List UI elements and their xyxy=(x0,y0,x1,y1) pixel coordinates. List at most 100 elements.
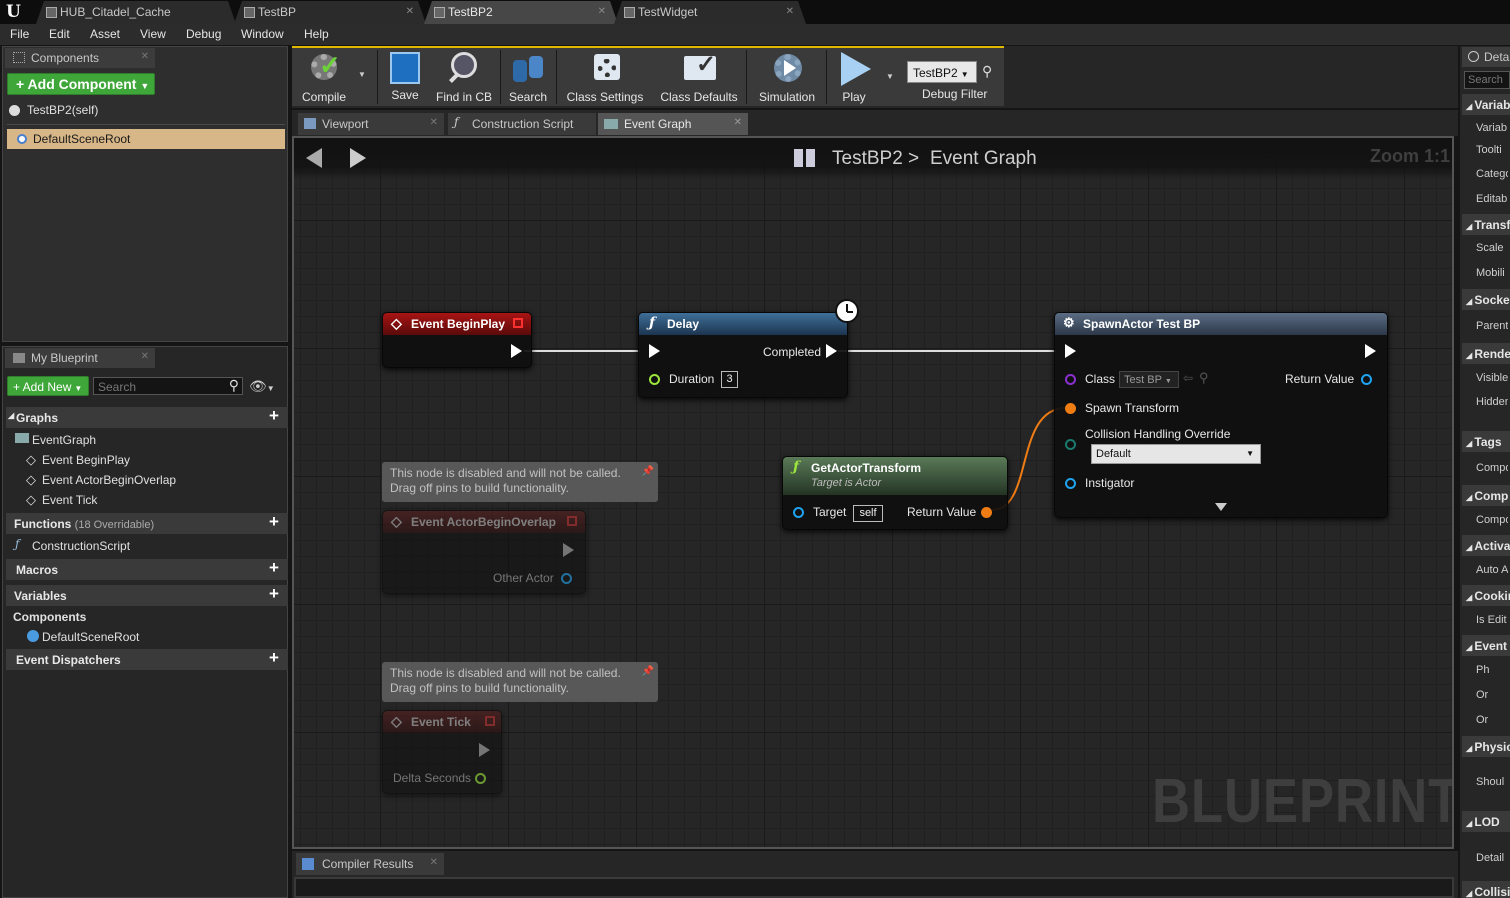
tab-compiler-results[interactable]: Compiler Results ✕ xyxy=(296,853,444,875)
return-value-pin[interactable] xyxy=(1361,374,1372,385)
exec-out-pin[interactable] xyxy=(511,344,522,358)
event-item-beginplay[interactable]: Event BeginPlay xyxy=(42,453,130,467)
tab-construction-script[interactable]: ƒ Construction Script xyxy=(448,113,596,135)
play-button[interactable]: Play xyxy=(830,48,878,106)
components-tab[interactable]: Components ✕ xyxy=(5,48,155,68)
exec-out-pin[interactable] xyxy=(563,543,574,557)
details-section-header[interactable]: ◢ Collisi xyxy=(1462,881,1510,898)
event-graph-item[interactable]: EventGraph xyxy=(32,433,96,447)
duration-pin[interactable] xyxy=(649,374,660,385)
add-new-button[interactable]: + Add New ▼ xyxy=(7,376,89,396)
details-section-header[interactable]: ◢ Socke xyxy=(1462,289,1510,310)
default-scene-root-item[interactable]: DefaultSceneRoot xyxy=(7,129,285,149)
debug-object-select[interactable]: TestBP2 ▼ xyxy=(907,61,977,83)
functions-section[interactable]: Functions (18 Overridable) + xyxy=(6,513,288,534)
instigator-pin[interactable] xyxy=(1065,478,1076,489)
search-icon[interactable]: ⚲ xyxy=(229,377,239,394)
find-in-cb-button[interactable]: Find in CB xyxy=(432,48,496,106)
debug-search-icon[interactable]: ⚲ xyxy=(982,63,992,80)
delegate-pin-icon[interactable] xyxy=(513,318,523,328)
search-icon[interactable]: ⚲ xyxy=(1199,370,1209,386)
event-dispatchers-section[interactable]: Event Dispatchers + xyxy=(6,649,288,670)
graphs-section[interactable]: ◢ Graphs + xyxy=(6,407,288,428)
target-self-box[interactable]: self xyxy=(853,505,883,522)
search-button[interactable]: Search xyxy=(504,48,552,106)
close-tab-icon[interactable]: ✕ xyxy=(406,6,414,17)
delegate-pin-icon[interactable] xyxy=(485,716,495,726)
details-section-header[interactable]: ◢ LOD xyxy=(1462,811,1510,832)
view-options-icon[interactable]: 👁▼ xyxy=(249,378,275,395)
compile-button[interactable]: ✓ Compile xyxy=(294,48,354,106)
exec-out-pin[interactable] xyxy=(479,743,490,757)
other-actor-pin[interactable] xyxy=(561,573,572,584)
add-dispatcher-button[interactable]: + xyxy=(266,649,282,667)
close-tab-icon[interactable]: ✕ xyxy=(430,117,438,128)
simulation-button[interactable]: Simulation xyxy=(752,48,822,106)
menu-file[interactable]: File xyxy=(10,27,29,41)
exec-in-pin[interactable] xyxy=(649,344,660,358)
target-pin[interactable] xyxy=(793,507,804,518)
add-function-button[interactable]: + xyxy=(266,513,282,531)
close-tab-icon[interactable]: ✕ xyxy=(734,117,742,128)
variable-default-scene-root[interactable]: DefaultSceneRoot xyxy=(42,630,139,644)
close-tab-icon[interactable]: ✕ xyxy=(430,857,438,868)
graph-canvas[interactable]: TestBP2 > Event Graph Zoom 1:1 BLUEPRINT… xyxy=(292,136,1454,849)
compile-options-chevron-icon[interactable]: ▼ xyxy=(358,70,366,79)
delta-seconds-pin[interactable] xyxy=(475,773,486,784)
class-select[interactable]: Test BP ▼ xyxy=(1119,371,1179,388)
menu-asset[interactable]: Asset xyxy=(90,27,120,41)
class-defaults-button[interactable]: ✓ Class Defaults xyxy=(656,48,742,106)
tab-testwidget[interactable]: TestWidget ✕ xyxy=(614,1,806,24)
close-tab-icon[interactable]: ✕ xyxy=(141,351,149,362)
collision-pin[interactable] xyxy=(1065,439,1076,450)
close-tab-icon[interactable]: ✕ xyxy=(598,6,606,17)
my-blueprint-tab[interactable]: My Blueprint ✕ xyxy=(5,348,155,368)
details-section-header[interactable]: ◢ Tags xyxy=(1462,431,1510,452)
add-macro-button[interactable]: + xyxy=(266,559,282,577)
node-event-beginplay[interactable]: ◇ Event BeginPlay xyxy=(382,312,532,368)
play-options-chevron-icon[interactable]: ▼ xyxy=(886,72,894,81)
delegate-pin-icon[interactable] xyxy=(567,516,577,526)
unreal-logo-icon[interactable]: U xyxy=(6,2,26,22)
add-graph-button[interactable]: + xyxy=(266,407,282,425)
tab-hub-citadel-cache[interactable]: HUB_Citadel_Cache xyxy=(36,1,236,24)
details-section-header[interactable]: ◢ Variab xyxy=(1462,94,1510,115)
exec-out-pin[interactable] xyxy=(1365,344,1376,358)
tab-testbp2[interactable]: TestBP2 ✕ xyxy=(424,1,618,24)
browse-arrow-icon[interactable]: ⇦ xyxy=(1183,371,1193,385)
menu-window[interactable]: Window xyxy=(241,27,284,41)
class-pin[interactable] xyxy=(1065,374,1076,385)
details-section-header[interactable]: ◢ Comp xyxy=(1462,485,1510,506)
exec-out-pin[interactable] xyxy=(826,344,837,358)
menu-help[interactable]: Help xyxy=(304,27,329,41)
node-get-actor-transform[interactable]: ƒ GetActorTransform Target is Actor Targ… xyxy=(782,456,1008,530)
search-input[interactable]: Search ⚲ xyxy=(93,377,243,395)
details-section-header[interactable]: ◢ Cookin xyxy=(1462,585,1510,606)
node-event-tick[interactable]: ◇ Event Tick Delta Seconds xyxy=(382,710,502,794)
pin-icon[interactable]: 📌 xyxy=(642,664,654,679)
details-section-header[interactable]: ◢ Activa xyxy=(1462,535,1510,556)
node-spawn-actor[interactable]: ⚙ SpawnActor Test BP Class Test BP ▼ ⇦ ⚲ R… xyxy=(1054,312,1388,518)
tab-testbp[interactable]: TestBP ✕ xyxy=(234,1,426,24)
add-variable-button[interactable]: + xyxy=(266,585,282,603)
add-component-button[interactable]: + Add Component ▼ xyxy=(7,73,155,95)
components-subsection[interactable]: Components xyxy=(13,610,86,624)
variables-section[interactable]: Variables + xyxy=(6,585,288,606)
event-item-actorbeginoverlap[interactable]: Event ActorBeginOverlap xyxy=(42,473,176,487)
class-settings-button[interactable]: Class Settings xyxy=(560,48,650,106)
node-event-actorbeginoverlap[interactable]: ◇ Event ActorBeginOverlap Other Actor xyxy=(382,510,586,594)
spawn-transform-pin[interactable] xyxy=(1065,403,1076,414)
details-section-header[interactable]: ◢ Event xyxy=(1462,635,1510,656)
node-delay[interactable]: ƒ Delay Completed Duration 3 xyxy=(638,299,859,398)
self-item[interactable]: TestBP2(self) xyxy=(27,103,98,117)
menu-debug[interactable]: Debug xyxy=(186,27,221,41)
menu-view[interactable]: View xyxy=(140,27,166,41)
details-tab[interactable]: Deta xyxy=(1462,47,1510,67)
collision-dropdown[interactable]: Default ▼ xyxy=(1091,444,1261,464)
tab-viewport[interactable]: Viewport ✕ xyxy=(298,113,444,135)
details-section-header[interactable]: ◢ Rende xyxy=(1462,343,1510,364)
event-item-tick[interactable]: Event Tick xyxy=(42,493,97,507)
menu-edit[interactable]: Edit xyxy=(49,27,70,41)
close-tab-icon[interactable]: ✕ xyxy=(786,6,794,17)
details-section-header[interactable]: ◢ Physic xyxy=(1462,736,1510,757)
